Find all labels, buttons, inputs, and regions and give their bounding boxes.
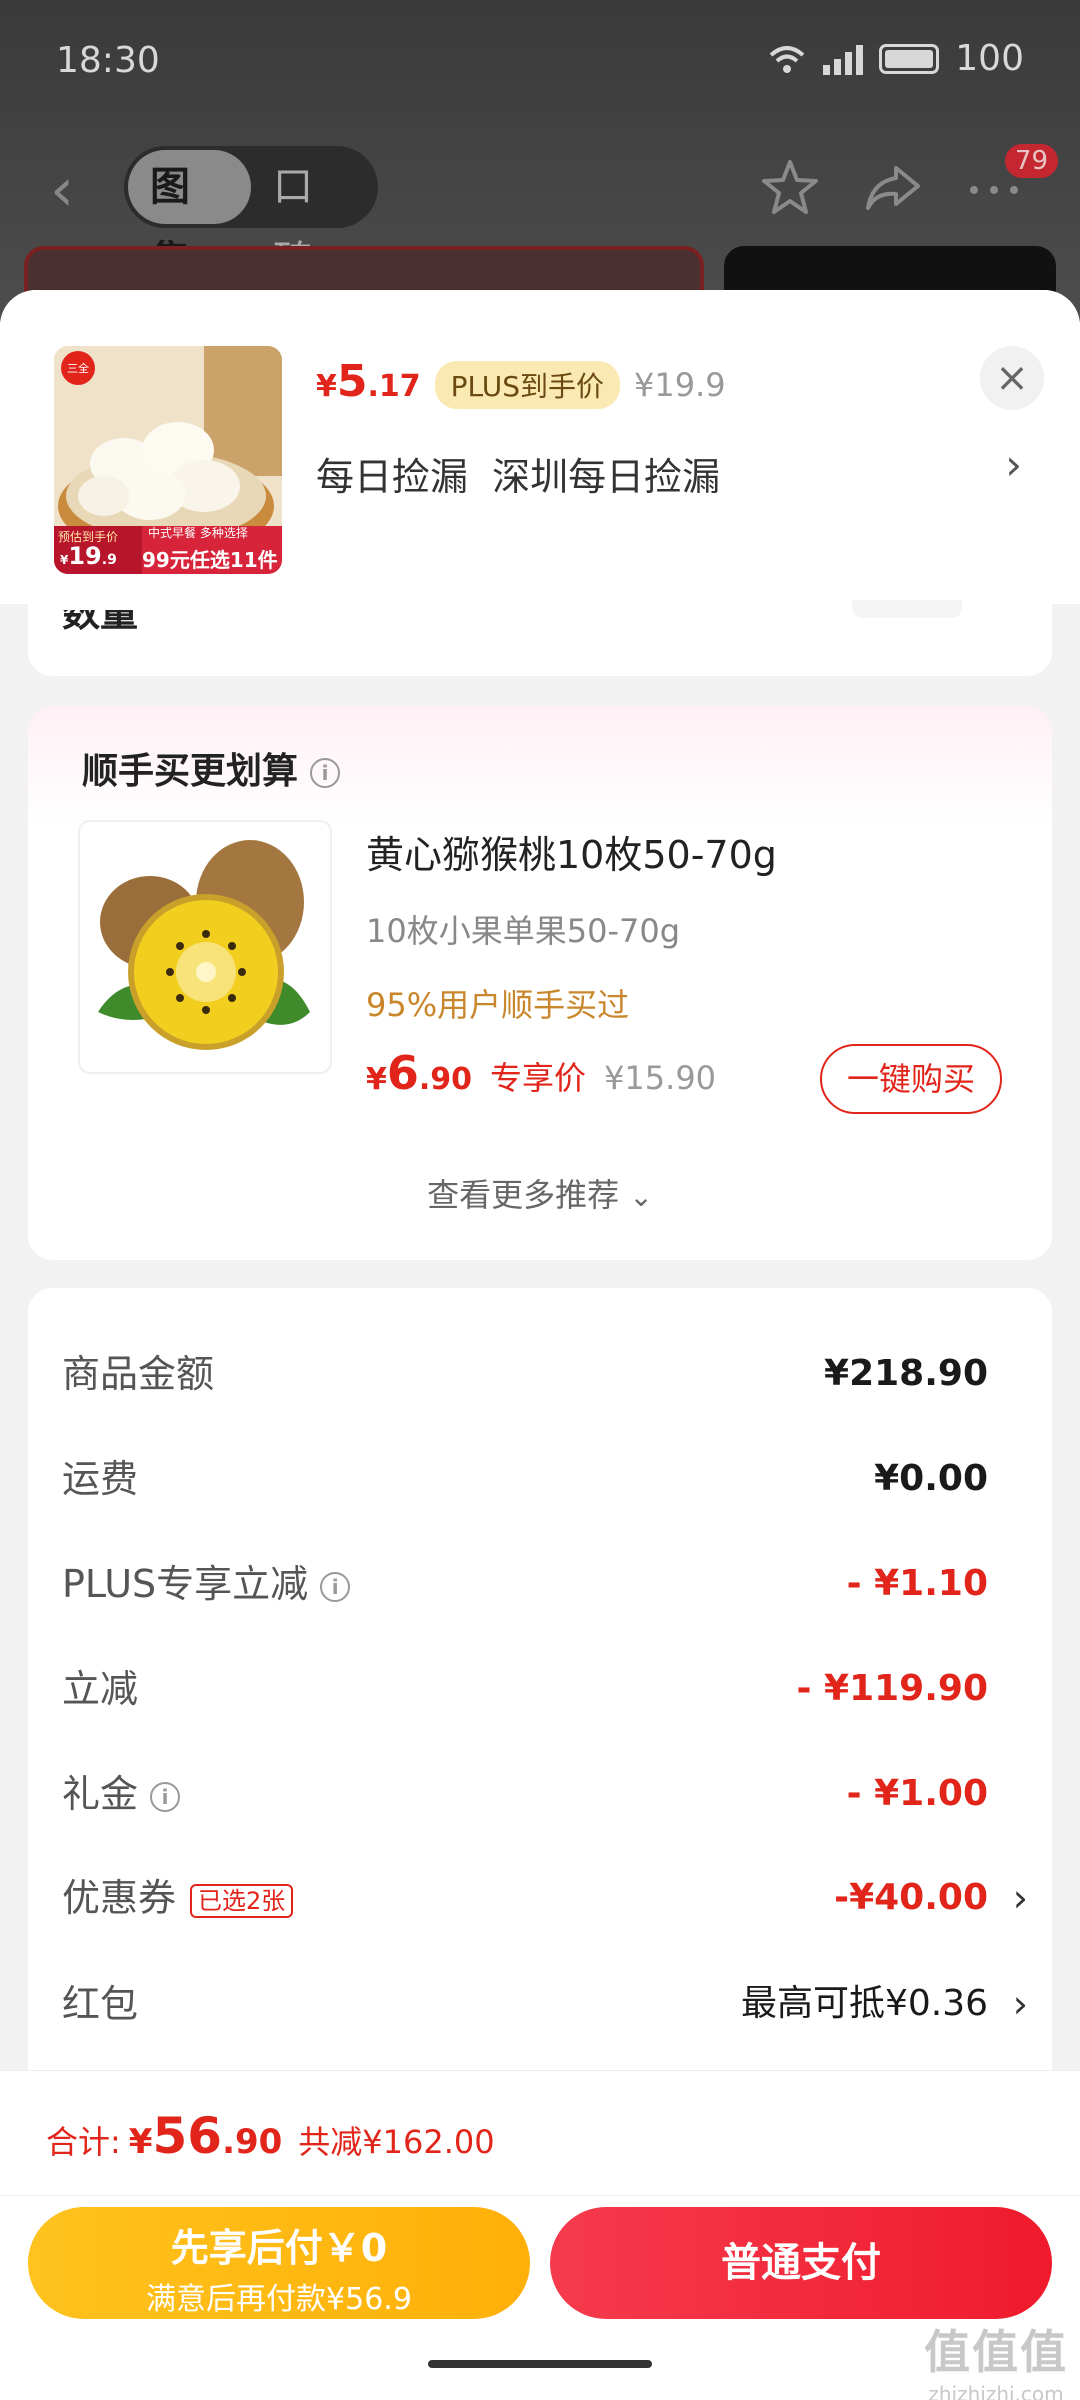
recommended-original-price: ¥15.90 <box>604 1059 717 1097</box>
plus-price-tag: PLUS到手价 <box>434 361 621 409</box>
product-price: ¥5.17 <box>316 356 421 407</box>
recommended-price: ¥6.90 <box>366 1046 473 1100</box>
thumb-brand: 三全 <box>67 362 89 375</box>
quantity-stepper[interactable] <box>852 600 962 618</box>
product-thumbnail[interactable]: 三全 预估到手价 ¥19.9 中式早餐 多种选择 99元任选11件 <box>54 346 282 574</box>
tab-reviews[interactable]: 口碑 <box>251 150 374 284</box>
bottom-payment-bar: 合计: ¥ 56 .90 共减¥162.00 先享后付￥0 满意后再付款¥56.… <box>0 2070 1080 2400</box>
info-icon[interactable]: i <box>150 1781 181 1812</box>
pay-later-button[interactable]: 先享后付￥0 满意后再付款¥56.9 <box>28 2207 530 2319</box>
normal-pay-button[interactable]: 普通支付 <box>550 2207 1052 2319</box>
message-count-badge: 79 <box>1004 144 1058 178</box>
summary-row-plus-discount: PLUS专享立减 i - ¥1.10 <box>62 1562 988 1606</box>
battery-icon <box>879 43 940 74</box>
recommendation-title: 顺手买更划算 i <box>82 742 341 794</box>
original-price: ¥19.9 <box>634 366 726 404</box>
watermark: 值值值 zhizhizhi.com <box>924 2325 1068 2400</box>
summary-row-coupon[interactable]: 优惠券 已选2张 -¥40.00 › <box>62 1868 1028 1928</box>
status-bar: 18:30 100 <box>0 0 1080 125</box>
share-icon[interactable] <box>860 156 924 220</box>
home-indicator[interactable] <box>428 2360 652 2368</box>
summary-row-shipping: 运费 ¥0.00 <box>62 1457 988 1501</box>
thumb-tag-line1: 中式早餐 多种选择 <box>148 526 248 540</box>
recommended-price-row: ¥6.90 专享价 ¥15.90 <box>366 1046 716 1100</box>
sheet-header: 三全 预估到手价 ¥19.9 中式早餐 多种选择 99元任选11件 ¥5.17 … <box>0 290 1080 604</box>
summary-row-gift-money: 礼金 i - ¥1.00 <box>62 1772 988 1816</box>
exclusive-price-label: 专享价 <box>490 1059 587 1097</box>
recommended-bought-rate: 95%用户顺手买过 <box>366 986 630 1024</box>
summary-row-red-packet[interactable]: 红包 最高可抵¥0.36 › <box>62 1974 1028 2034</box>
recommended-product-spec: 10枚小果单果50-70g <box>366 912 681 950</box>
wifi-icon <box>769 45 805 73</box>
star-icon[interactable] <box>758 156 822 220</box>
chevron-right-icon[interactable]: › <box>1005 440 1022 489</box>
total-reduction: 共减¥162.00 <box>298 2123 495 2161</box>
summary-row-instant-discount: 立减 - ¥119.90 <box>62 1667 988 1711</box>
recommendation-card: 顺手买更划算 i 黄心猕猴桃10枚50-70g 10枚小果单果50-70g 95… <box>28 706 1052 1260</box>
info-icon[interactable]: i <box>310 758 341 788</box>
back-icon[interactable]: ‹ <box>50 160 110 220</box>
thumb-promo-price: ¥19.9 <box>60 542 117 570</box>
battery-level: 100 <box>955 38 1024 79</box>
top-nav: ‹ 图集 口碑 79 <box>0 140 1080 284</box>
tab-gallery[interactable]: 图集 <box>128 150 251 284</box>
signal-icon <box>823 43 864 75</box>
chevron-right-icon: › <box>1012 1982 1028 2026</box>
quantity-card: 数量 <box>28 600 1052 676</box>
more-recommendations-link[interactable]: 查看更多推荐 ⌄ <box>28 1170 1052 1216</box>
divider <box>0 2195 1080 2196</box>
recommended-product-name[interactable]: 黄心猕猴桃10枚50-70g <box>366 824 777 879</box>
product-price-row: ¥5.17 PLUS到手价 ¥19.9 <box>316 356 726 409</box>
close-icon[interactable]: × <box>980 346 1044 410</box>
chevron-down-icon: ⌄ <box>629 1180 653 1213</box>
status-time: 18:30 <box>56 40 160 81</box>
coupon-selected-tag: 已选2张 <box>190 1883 294 1918</box>
info-icon[interactable]: i <box>320 1571 351 1602</box>
shop-name: 每日捡漏 深圳每日捡漏 <box>316 455 721 499</box>
thumb-tag-line2: 99元任选11件 <box>142 548 278 572</box>
kiwi-product-image[interactable] <box>78 820 332 1074</box>
one-click-buy-button[interactable]: 一键购买 <box>820 1044 1002 1114</box>
chevron-right-icon: › <box>1012 1876 1028 1920</box>
kiwi-image <box>98 840 310 1050</box>
status-icons: 100 <box>767 38 1024 79</box>
gallery-segmented-control: 图集 口碑 <box>124 146 378 284</box>
summary-row-goods-amount: 商品金额 ¥218.90 <box>62 1352 988 1396</box>
order-total: 合计: ¥ 56 .90 共减¥162.00 <box>46 2107 495 2165</box>
